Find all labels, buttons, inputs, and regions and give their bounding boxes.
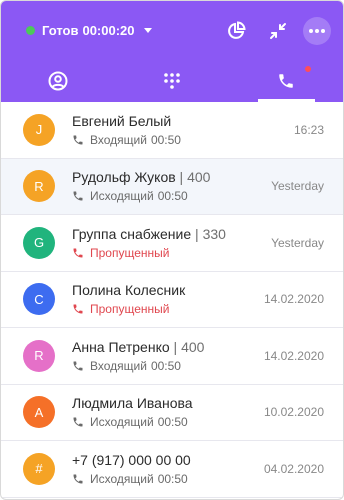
- contact-name-text: Полина Колесник: [72, 282, 186, 299]
- call-list-item[interactable]: R Анна Петренко | 400 Входящий 00:50 14.…: [1, 328, 343, 385]
- contact-name-text: Рудольф Жуков: [72, 169, 176, 186]
- header-bar: Готов 00:00:20: [1, 1, 343, 102]
- tab-bar: [1, 59, 343, 102]
- call-list-item[interactable]: # +7 (917) 000 00 00 Исходящий 00:50 04.…: [1, 441, 343, 498]
- contact-name: Полина Колесник: [72, 282, 264, 298]
- contact-name: +7 (917) 000 00 00: [72, 452, 264, 468]
- call-type: Исходящий: [90, 189, 154, 204]
- contact-name-text: Группа снабжение: [72, 225, 192, 242]
- call-list-item[interactable]: G Группа снабжение | 330 Пропущенный Yes…: [1, 215, 343, 272]
- call-info: Полина Колесник Пропущенный: [72, 282, 264, 316]
- call-meta: Входящий 00:50: [72, 359, 264, 373]
- avatar: J: [23, 113, 55, 146]
- call-type: Пропущенный: [90, 245, 170, 260]
- collapse-icon[interactable]: [265, 18, 291, 44]
- call-list-item[interactable]: C Полина Колесник Пропущенный 14.02.2020: [1, 272, 343, 328]
- status-timer: 00:00:20: [82, 23, 135, 38]
- call-date: 14.02.2020: [263, 292, 324, 307]
- call-duration: 00:50: [157, 415, 188, 430]
- contact-name-text: +7 (917) 000 00 00: [72, 451, 191, 468]
- call-meta: Пропущенный: [72, 302, 264, 316]
- call-meta: Исходящий 00:50: [72, 189, 271, 203]
- contact-name: Евгений Белый: [72, 113, 294, 129]
- dialpad-icon: [164, 72, 180, 89]
- call-direction-icon: [72, 134, 84, 146]
- call-type: Входящий: [90, 132, 147, 147]
- chevron-down-icon: [143, 28, 152, 33]
- call-direction-icon: [72, 416, 84, 428]
- call-duration: 00:50: [157, 189, 188, 204]
- call-date: Yesterday: [271, 179, 324, 194]
- contact-name: Анна Петренко | 400: [72, 339, 264, 355]
- call-widget: Готов 00:00:20 J Евгений Белый Входящий …: [0, 0, 344, 500]
- call-type: Исходящий: [90, 471, 154, 486]
- extension-number: 400: [187, 169, 211, 186]
- avatar: #: [23, 452, 55, 485]
- call-info: Группа снабжение | 330 Пропущенный: [72, 226, 271, 260]
- call-direction-icon: [72, 190, 84, 202]
- extension-separator: |: [169, 338, 182, 355]
- extension-separator: |: [191, 225, 203, 242]
- status-label: Готов: [42, 23, 79, 38]
- user-icon: [48, 71, 68, 90]
- call-type: Пропущенный: [90, 302, 170, 317]
- call-direction-icon: [72, 303, 84, 315]
- call-duration: 00:50: [150, 132, 181, 147]
- call-info: +7 (917) 000 00 00 Исходящий 00:50: [72, 452, 264, 486]
- notification-badge: [305, 66, 312, 72]
- avatar: R: [23, 170, 55, 203]
- call-date: Yesterday: [271, 235, 324, 250]
- call-info: Евгений Белый Входящий 00:50: [72, 113, 294, 147]
- extension-number: 330: [202, 225, 226, 242]
- contact-name-text: Анна Петренко: [72, 338, 170, 355]
- header-actions: [207, 17, 331, 45]
- call-info: Рудольф Жуков | 400 Исходящий 00:50: [72, 169, 271, 203]
- call-date: 16:23: [293, 122, 324, 137]
- call-direction-icon: [72, 247, 84, 259]
- call-info: Людмила Иванова Исходящий 00:50: [72, 395, 264, 429]
- extension-number: 400: [181, 338, 205, 355]
- call-meta: Пропущенный: [72, 246, 271, 260]
- status-dot: [26, 26, 35, 35]
- tab-dialpad[interactable]: [115, 59, 229, 102]
- call-date: 10.02.2020: [263, 405, 324, 420]
- call-duration: 00:50: [157, 471, 188, 486]
- avatar: R: [23, 339, 55, 372]
- call-date: 14.02.2020: [263, 348, 324, 363]
- contact-name-text: Людмила Иванова: [72, 395, 193, 412]
- call-list-item[interactable]: A Людмила Иванова Исходящий 00:50 10.02.…: [1, 385, 343, 441]
- call-date: 04.02.2020: [263, 461, 324, 476]
- status-selector[interactable]: Готов 00:00:20: [26, 23, 152, 38]
- call-history-list: J Евгений Белый Входящий 00:50 16:23 R Р…: [1, 102, 343, 498]
- avatar: A: [23, 396, 55, 429]
- pie-chart-icon[interactable]: [223, 18, 249, 44]
- call-list-item[interactable]: J Евгений Белый Входящий 00:50 16:23: [1, 102, 343, 159]
- call-type: Исходящий: [90, 415, 154, 430]
- call-type: Входящий: [90, 358, 147, 373]
- contact-name: Людмила Иванова: [72, 395, 264, 411]
- avatar: G: [23, 226, 55, 259]
- call-direction-icon: [72, 360, 84, 372]
- more-icon[interactable]: [303, 17, 331, 45]
- call-info: Анна Петренко | 400 Входящий 00:50: [72, 339, 264, 373]
- phone-icon: [279, 73, 293, 88]
- avatar: C: [23, 283, 55, 316]
- contact-name: Рудольф Жуков | 400: [72, 169, 271, 185]
- call-meta: Входящий 00:50: [72, 133, 294, 147]
- call-meta: Исходящий 00:50: [72, 472, 264, 486]
- call-list-item[interactable]: R Рудольф Жуков | 400 Исходящий 00:50 Ye…: [1, 158, 343, 215]
- contact-name-text: Евгений Белый: [72, 112, 172, 129]
- tab-calls[interactable]: [229, 59, 343, 102]
- extension-separator: |: [175, 169, 188, 186]
- tab-contacts[interactable]: [1, 59, 115, 102]
- call-meta: Исходящий 00:50: [72, 415, 264, 429]
- call-duration: 00:50: [150, 358, 181, 373]
- contact-name: Группа снабжение | 330: [72, 226, 271, 242]
- call-direction-icon: [72, 473, 84, 485]
